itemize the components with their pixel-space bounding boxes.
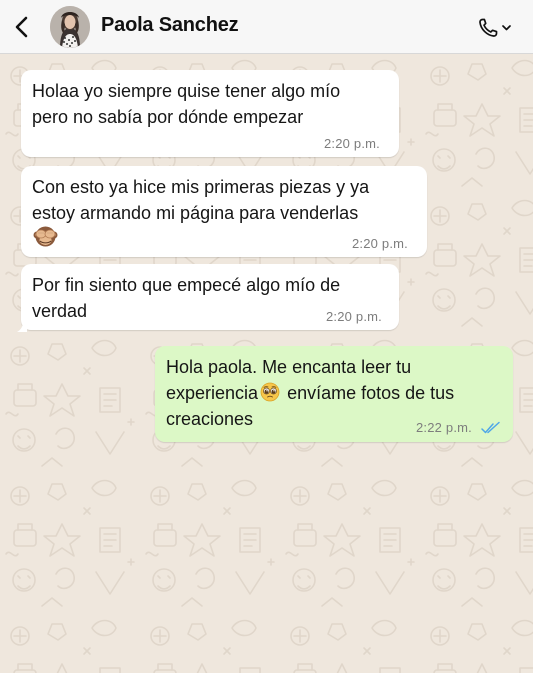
message-time: 2:22 p.m. xyxy=(416,420,472,435)
back-button[interactable] xyxy=(12,15,32,39)
message-bubble-incoming[interactable]: Holaa yo siempre quise tener algo mío pe… xyxy=(21,70,399,157)
avatar[interactable] xyxy=(50,6,90,48)
bubble-tail xyxy=(17,322,27,332)
message-text: Holaa yo siempre quise tener algo mío pe… xyxy=(32,81,341,127)
pleading-face-emoji xyxy=(260,382,280,402)
message-bubble-incoming[interactable]: Por fin siento que empecé algo mío de ve… xyxy=(21,264,399,330)
message-text: Hola paola. Me encanta leer tu experienc… xyxy=(166,354,454,432)
call-button[interactable] xyxy=(476,16,520,40)
chevron-left-icon xyxy=(15,16,28,38)
chat-header: Paola Sanchez xyxy=(0,0,533,54)
message-time: 2:20 p.m. xyxy=(352,236,408,251)
double-check-read-icon xyxy=(481,421,500,434)
contact-name[interactable]: Paola Sanchez xyxy=(101,14,239,37)
message-time: 2:20 p.m. xyxy=(326,309,382,324)
chat-area[interactable]: Holaa yo siempre quise tener algo mío pe… xyxy=(0,54,533,673)
phone-icon xyxy=(479,18,511,37)
message-bubble-outgoing[interactable]: Hola paola. Me encanta leer tu experienc… xyxy=(155,346,513,442)
message-bubble-incoming[interactable]: Con esto ya hice mis primeras piezas y y… xyxy=(21,166,427,257)
message-text: Por fin siento que empecé algo mío de ve… xyxy=(32,275,341,321)
message-text: Con esto ya hice mis primeras piezas y y… xyxy=(32,177,370,223)
see-no-evil-monkey-emoji xyxy=(33,224,58,249)
message-time: 2:20 p.m. xyxy=(324,136,380,151)
